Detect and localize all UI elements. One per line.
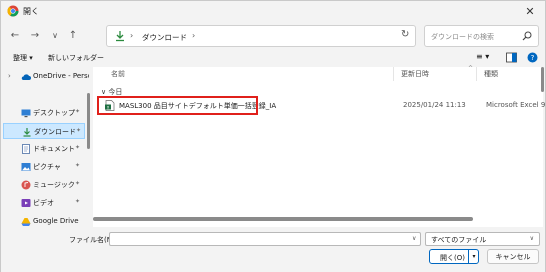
filelist-vertical-scrollbar[interactable] <box>541 67 544 92</box>
address-bar[interactable]: › ダウンロード › ∨ <box>106 25 492 47</box>
picture-icon <box>21 163 31 171</box>
filetype-value: すべてのファイル <box>431 236 487 244</box>
breadcrumb-separator: › <box>192 31 196 40</box>
open-split-dropdown-icon[interactable]: ▾ <box>468 250 479 263</box>
download-icon <box>23 128 31 137</box>
organize-menu[interactable]: 整理 ▾ <box>13 53 33 63</box>
pin-icon: ✦ <box>76 127 82 134</box>
preview-pane-icon[interactable] <box>506 52 517 63</box>
nav-item-label: ビデオ <box>33 199 54 207</box>
forward-button[interactable]: → <box>27 27 43 43</box>
search-input[interactable]: ダウンロードの検索 <box>424 25 539 47</box>
title-bar: 開く ✕ <box>1 1 545 21</box>
window-title: 開く <box>23 7 39 16</box>
pin-icon: ✦ <box>75 180 81 187</box>
music-icon <box>21 180 31 190</box>
nav-item-documents[interactable]: ドキュメント ✦ <box>1 141 87 157</box>
navpane-scrollbar[interactable] <box>87 93 90 149</box>
nav-item-downloads[interactable]: ダウンロード ✦ <box>3 123 85 139</box>
file-type: Microsoft Excel 9 <box>486 101 546 109</box>
breadcrumb-separator: › <box>130 31 134 40</box>
column-divider[interactable] <box>476 67 477 81</box>
view-options-button[interactable]: ≡ ▾ <box>476 52 489 61</box>
sort-indicator-icon: ^ <box>468 65 474 72</box>
back-button[interactable]: ← <box>7 27 23 43</box>
nav-item-onedrive[interactable]: › OneDrive - Perso <box>1 69 89 85</box>
column-divider[interactable] <box>393 67 394 81</box>
open-button[interactable]: 開く(O) ▾ <box>429 249 479 264</box>
filename-dropdown-icon[interactable]: ∨ <box>412 235 416 242</box>
help-icon[interactable]: ? <box>527 52 538 63</box>
command-bar: 整理 ▾ 新しいフォルダー ≡ ▾ ? <box>1 51 545 67</box>
nav-item-desktop[interactable]: デスクトップ ✦ <box>1 105 87 121</box>
nav-item-label: Google Drive <box>33 217 79 225</box>
nav-item-music[interactable]: ミュージック ✦ <box>1 177 87 193</box>
svg-text:?: ? <box>531 54 535 62</box>
nav-item-pictures[interactable]: ピクチャ ✦ <box>1 159 87 175</box>
pin-icon: ✦ <box>75 198 81 205</box>
column-header-name[interactable]: 名前 <box>111 69 125 79</box>
nav-item-label: ミュージック <box>33 181 75 189</box>
nav-item-label: ピクチャ <box>33 163 61 171</box>
close-button[interactable]: ✕ <box>521 3 539 19</box>
filelist-horizontal-scrollbar[interactable] <box>93 217 473 221</box>
filename-input[interactable] <box>109 232 421 246</box>
pin-icon: ✦ <box>75 108 81 115</box>
chrome-app-icon <box>7 5 19 17</box>
pin-icon: ✦ <box>75 144 81 151</box>
column-header-type[interactable]: 種類 <box>484 69 498 79</box>
nav-item-google-drive[interactable]: Google Drive <box>1 214 87 227</box>
desktop-icon <box>21 109 31 118</box>
nav-item-label: デスクトップ <box>33 109 75 117</box>
navigation-pane: › OneDrive - Perso デスクトップ ✦ ダウンロード ✦ ドキュ… <box>1 67 89 227</box>
chevron-right-icon[interactable]: › <box>8 72 11 80</box>
refresh-icon[interactable]: ↻ <box>401 29 409 40</box>
new-folder-button[interactable]: 新しいフォルダー <box>48 53 104 63</box>
navigation-row: ← → ∨ ↑ › ダウンロード › ∨ ↻ ダウンロードの検索 <box>1 23 545 49</box>
dialog-footer: ファイル名(N): ∨ すべてのファイル ∨ 開く(O) ▾ キャンセル <box>1 227 545 272</box>
open-button-label: 開く(O) <box>440 254 465 262</box>
file-modified: 2025/01/24 11:13 <box>403 101 466 109</box>
search-icon[interactable] <box>522 31 532 41</box>
column-header-modified[interactable]: 更新日時 <box>401 69 429 79</box>
download-folder-icon <box>116 31 124 42</box>
filetype-dropdown-icon: ∨ <box>529 235 534 242</box>
file-list: 名前 ^ 更新日時 種類 ∨ 今日 x MASL300 品目サイトデフォルト単価… <box>93 65 546 227</box>
nav-item-label: OneDrive - Perso <box>33 72 89 80</box>
red-highlight-box <box>97 96 258 115</box>
pin-icon: ✦ <box>75 162 81 169</box>
cancel-button[interactable]: キャンセル <box>487 249 539 264</box>
open-file-dialog: 開く ✕ ← → ∨ ↑ › ダウンロード › ∨ ↻ ダウンロードの検索 <box>0 0 546 272</box>
nav-item-label: ドキュメント <box>33 145 75 153</box>
document-icon <box>22 144 30 154</box>
breadcrumb-downloads[interactable]: ダウンロード <box>142 32 187 43</box>
video-icon <box>21 199 31 207</box>
drive-icon <box>21 218 31 226</box>
nav-item-videos[interactable]: ビデオ ✦ <box>1 195 87 211</box>
nav-item-label: ダウンロード <box>34 128 76 136</box>
filetype-select[interactable]: すべてのファイル ∨ <box>425 232 540 246</box>
cloud-icon <box>21 74 31 80</box>
recent-locations-button[interactable]: ∨ <box>47 27 63 43</box>
up-button[interactable]: ↑ <box>65 27 81 43</box>
search-placeholder: ダウンロードの検索 <box>431 33 494 41</box>
